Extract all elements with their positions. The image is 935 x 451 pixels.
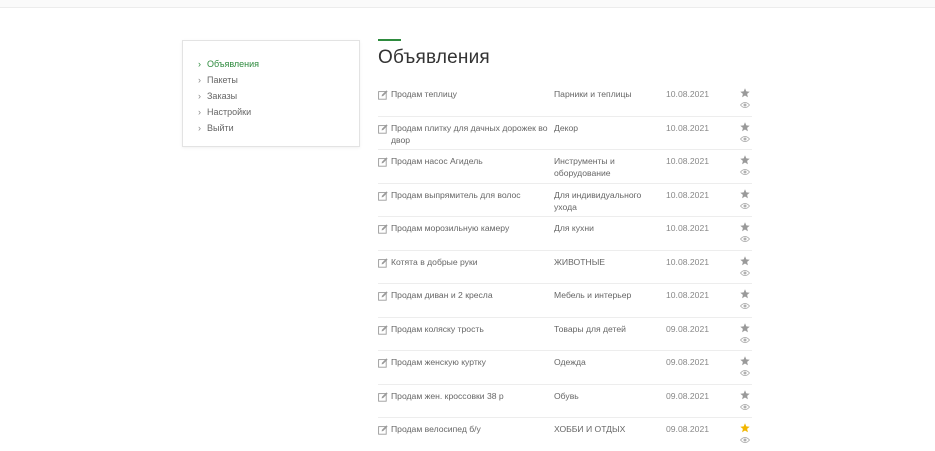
ad-category: Товары для детей bbox=[554, 323, 626, 334]
sidebar-item-label: Настройки bbox=[207, 107, 252, 117]
ad-category: Инструменты и оборудование bbox=[554, 156, 615, 178]
ad-date: 09.08.2021 bbox=[666, 357, 710, 367]
ad-row: Продам плитку для дачных дорожек во двор… bbox=[378, 117, 752, 150]
star-icon[interactable] bbox=[740, 356, 750, 366]
ad-category: Для индивидуального ухода bbox=[554, 189, 642, 212]
ad-title-link[interactable]: Продам морозильную камеру bbox=[391, 222, 551, 234]
ad-category: Декор bbox=[554, 122, 579, 133]
edit-icon[interactable] bbox=[378, 291, 388, 301]
ad-category: ЖИВОТНЫЕ bbox=[554, 256, 606, 267]
edit-icon[interactable] bbox=[378, 224, 388, 234]
ad-title-link[interactable]: Продам диван и 2 кресла bbox=[391, 289, 551, 301]
sidebar-item-label: Пакеты bbox=[207, 75, 238, 85]
sidebar-item[interactable]: › Заказы bbox=[183, 88, 359, 104]
ad-row: Продам жен. кроссовки 38 р Обувь 09.08.202… bbox=[378, 385, 752, 418]
ad-category: Одежда bbox=[554, 357, 586, 367]
ad-category: Обувь bbox=[554, 390, 579, 401]
ad-title-link[interactable]: Продам выпрямитель для волос bbox=[391, 189, 551, 201]
star-icon[interactable] bbox=[740, 423, 750, 433]
title-accent-line bbox=[378, 39, 401, 41]
top-bar bbox=[0, 0, 935, 8]
star-icon[interactable] bbox=[740, 255, 750, 266]
ad-title-link[interactable]: Продам велосипед б/у bbox=[391, 423, 551, 435]
edit-icon[interactable] bbox=[378, 324, 388, 335]
eye-icon[interactable] bbox=[740, 235, 750, 243]
chevron-right-icon: › bbox=[198, 91, 201, 101]
ad-date: 10.08.2021 bbox=[666, 256, 710, 267]
star-icon[interactable] bbox=[740, 188, 750, 199]
star-icon[interactable] bbox=[740, 322, 750, 333]
chevron-right-icon: › bbox=[198, 59, 201, 69]
ad-category: Мебель и интерьер bbox=[554, 290, 632, 300]
page-title: Объявления bbox=[378, 47, 490, 68]
sidebar-item[interactable]: › Настройки bbox=[183, 104, 359, 120]
edit-icon[interactable] bbox=[378, 358, 388, 368]
ad-title-link[interactable]: Продам женскую куртку bbox=[391, 356, 551, 368]
ad-category: Парники и теплицы bbox=[554, 89, 632, 99]
eye-icon[interactable] bbox=[740, 269, 750, 277]
ad-title-link[interactable]: Продам плитку для дачных дорожек во двор bbox=[391, 122, 551, 146]
edit-icon[interactable] bbox=[378, 391, 388, 402]
ad-row: Продам женскую куртку Одежда 09.08.2021 bbox=[378, 351, 752, 385]
ad-row: Продам выпрямитель для волос Для индивиду… bbox=[378, 184, 752, 217]
ad-date: 10.08.2021 bbox=[666, 156, 710, 166]
ad-date: 09.08.2021 bbox=[666, 424, 710, 434]
ad-row: Котята в добрые руки ЖИВОТНЫЕ 10.08.2021 bbox=[378, 251, 752, 284]
ad-title-link[interactable]: Продам теплицу bbox=[391, 88, 551, 100]
ad-date: 10.08.2021 bbox=[666, 122, 710, 133]
eye-icon[interactable] bbox=[740, 436, 750, 444]
ad-date: 10.08.2021 bbox=[666, 223, 710, 233]
edit-icon[interactable] bbox=[378, 90, 388, 100]
ad-title-link[interactable]: Котята в добрые руки bbox=[391, 256, 551, 268]
ad-title-link[interactable]: Продам насос Агидель bbox=[391, 155, 551, 167]
edit-icon[interactable] bbox=[378, 425, 388, 435]
eye-icon[interactable] bbox=[740, 302, 750, 310]
sidebar-item[interactable]: › Пакеты bbox=[183, 72, 359, 88]
edit-icon[interactable] bbox=[378, 157, 388, 167]
ad-row: Продам велосипед б/у ХОББИ И ОТДЫХ 09.08.2… bbox=[378, 418, 752, 451]
chevron-right-icon: › bbox=[198, 75, 201, 85]
eye-icon[interactable] bbox=[740, 403, 750, 411]
eye-icon[interactable] bbox=[740, 336, 750, 344]
ad-row: Продам диван и 2 кресла Мебель и интерьер… bbox=[378, 284, 752, 318]
star-icon[interactable] bbox=[740, 389, 750, 400]
eye-icon[interactable] bbox=[740, 202, 750, 210]
ad-row: Продам насос Агидель Инструменты и оборуд… bbox=[378, 150, 752, 184]
star-icon[interactable] bbox=[740, 222, 750, 232]
ad-date: 09.08.2021 bbox=[666, 323, 710, 334]
account-sidebar: › Объявления › Пакеты › Заказы › Настройки › Выйт… bbox=[182, 40, 360, 147]
star-icon[interactable] bbox=[740, 155, 750, 165]
eye-icon[interactable] bbox=[740, 135, 750, 143]
ad-date: 09.08.2021 bbox=[666, 390, 710, 401]
star-icon[interactable] bbox=[740, 289, 750, 299]
ad-date: 10.08.2021 bbox=[666, 290, 710, 300]
chevron-right-icon: › bbox=[198, 123, 201, 133]
ad-row: Продам морозильную камеру Для кухни 10.08.… bbox=[378, 217, 752, 251]
eye-icon[interactable] bbox=[740, 369, 750, 377]
ad-row: Продам коляску трость Товары для детей 09.… bbox=[378, 318, 752, 351]
ad-title-link[interactable]: Продам коляску трость bbox=[391, 323, 551, 335]
star-icon[interactable] bbox=[740, 88, 750, 98]
eye-icon[interactable] bbox=[740, 168, 750, 176]
sidebar-item-label: Выйти bbox=[207, 123, 234, 133]
ad-date: 10.08.2021 bbox=[666, 189, 710, 200]
star-icon[interactable] bbox=[740, 121, 750, 132]
sidebar-item[interactable]: › Выйти bbox=[183, 120, 359, 136]
ad-category: Для кухни bbox=[554, 223, 594, 233]
edit-icon[interactable] bbox=[378, 257, 388, 268]
ad-date: 10.08.2021 bbox=[666, 89, 710, 99]
edit-icon[interactable] bbox=[378, 190, 388, 201]
ad-category: ХОББИ И ОТДЫХ bbox=[554, 424, 626, 434]
sidebar-item-label: Объявления bbox=[207, 59, 260, 69]
eye-icon[interactable] bbox=[740, 101, 750, 109]
chevron-right-icon: › bbox=[198, 107, 201, 117]
sidebar-item-label: Заказы bbox=[207, 91, 238, 101]
ads-list: Продам теплицу Парники и теплицы 10.08.202… bbox=[378, 83, 752, 451]
ad-row: Продам теплицу Парники и теплицы 10.08.202… bbox=[378, 83, 752, 117]
edit-icon[interactable] bbox=[378, 123, 388, 134]
ad-title-link[interactable]: Продам жен. кроссовки 38 р bbox=[391, 390, 551, 402]
sidebar-item[interactable]: › Объявления bbox=[183, 56, 359, 72]
